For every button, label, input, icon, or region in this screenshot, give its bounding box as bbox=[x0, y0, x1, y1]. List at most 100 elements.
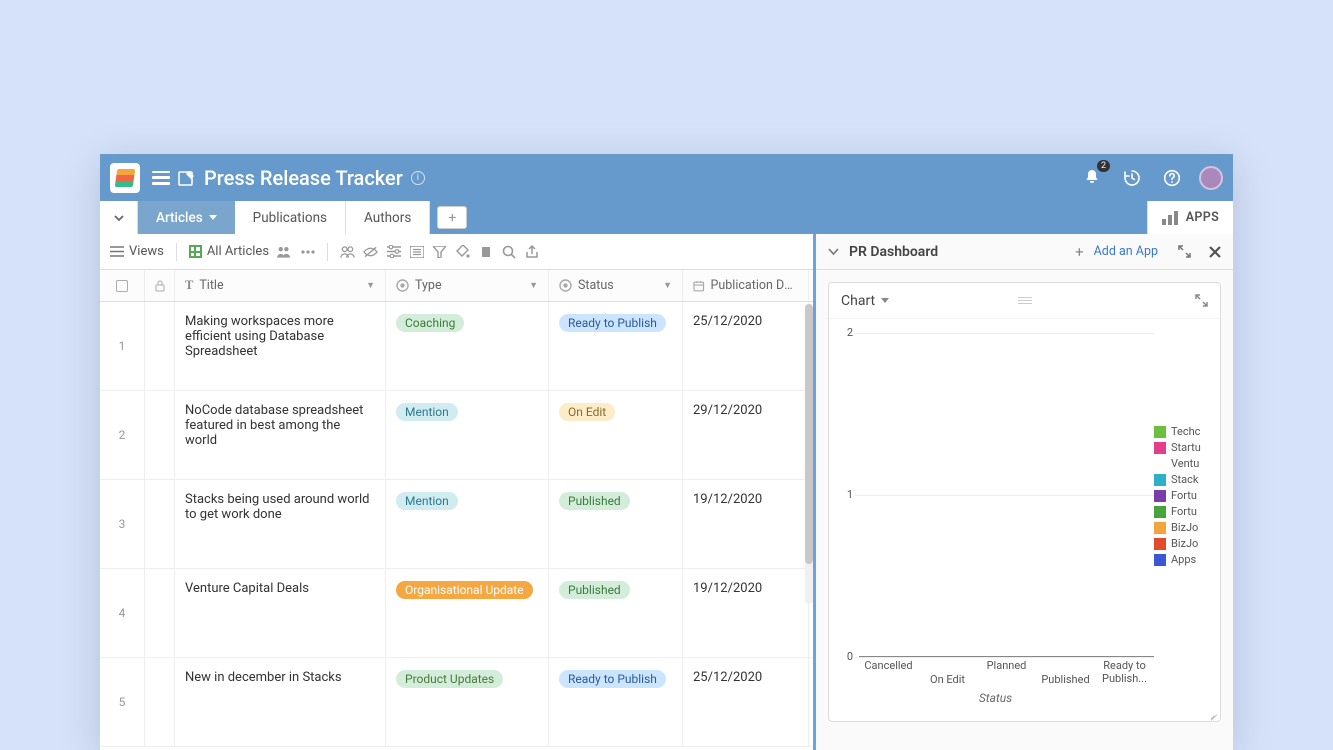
chevron-down-icon[interactable] bbox=[828, 246, 839, 257]
table-row[interactable]: 5 New in december in StacksProduct Update… bbox=[100, 658, 813, 747]
main-split: Views All Articles bbox=[100, 234, 1233, 750]
vertical-scrollbar[interactable] bbox=[805, 304, 813, 604]
legend-item: Techc bbox=[1154, 425, 1216, 438]
tab-authors[interactable]: Authors bbox=[346, 201, 430, 234]
cell-title[interactable]: Making workspaces more efficient using D… bbox=[175, 302, 386, 390]
views-button[interactable]: Views bbox=[110, 244, 164, 259]
paint-icon[interactable] bbox=[455, 244, 470, 259]
share-users-icon[interactable] bbox=[277, 244, 292, 259]
help-icon[interactable] bbox=[1159, 165, 1185, 191]
notifications-button[interactable]: 2 bbox=[1079, 165, 1105, 191]
chart-plot: 012 CancelledOn EditPlannedPublishedRead… bbox=[837, 325, 1154, 717]
table-row[interactable]: 2 NoCode database spreadsheet featured in… bbox=[100, 391, 813, 480]
edit-icon[interactable] bbox=[174, 165, 200, 191]
x-tick-label: Planned bbox=[977, 659, 1036, 685]
info-icon[interactable]: i bbox=[411, 171, 425, 185]
header-label: Publication Date bbox=[711, 278, 798, 293]
x-axis-title: Status bbox=[837, 691, 1154, 705]
tab-label: Authors bbox=[364, 210, 411, 226]
header-type[interactable]: Type ▼ bbox=[386, 270, 549, 301]
table-row[interactable]: 3 Stacks being used around world to get w… bbox=[100, 480, 813, 569]
export-icon[interactable] bbox=[524, 244, 539, 259]
left-pane: Views All Articles bbox=[100, 234, 816, 750]
row-lock bbox=[145, 658, 175, 746]
current-view-button[interactable]: All Articles bbox=[189, 244, 269, 259]
row-number: 2 bbox=[100, 391, 145, 479]
menu-button[interactable] bbox=[148, 165, 174, 191]
more-icon[interactable] bbox=[300, 244, 315, 259]
cell-type[interactable]: Product Updates bbox=[386, 658, 549, 746]
right-panel: PR Dashboard + Add an App Chart bbox=[816, 234, 1233, 750]
tab-collapse-button[interactable] bbox=[100, 201, 138, 234]
x-tick-label: Ready to Publish... bbox=[1095, 659, 1154, 685]
cell-type[interactable]: Mention bbox=[386, 391, 549, 479]
row-number: 3 bbox=[100, 480, 145, 568]
hide-icon[interactable] bbox=[363, 244, 378, 259]
notification-badge: 2 bbox=[1097, 160, 1110, 172]
tab-label: Publications bbox=[253, 210, 327, 226]
list-icon[interactable] bbox=[409, 244, 424, 259]
row-lock bbox=[145, 391, 175, 479]
row-number: 5 bbox=[100, 658, 145, 746]
header-status[interactable]: Status ▼ bbox=[549, 270, 683, 301]
cell-status[interactable]: Ready to Publish bbox=[549, 658, 683, 746]
cell-status[interactable]: Published bbox=[549, 480, 683, 568]
app-window: Press Release Tracker i 2 Articles Publi… bbox=[100, 154, 1233, 750]
chart-card: Chart 012 CancelledOn EditPlannedPublish… bbox=[828, 282, 1221, 722]
header-title[interactable]: T Title ▼ bbox=[175, 270, 386, 301]
add-app-link[interactable]: Add an App bbox=[1094, 244, 1158, 259]
search-icon[interactable] bbox=[501, 244, 516, 259]
app-logo[interactable] bbox=[110, 163, 140, 193]
table-row[interactable]: 1 Making workspaces more efficient using … bbox=[100, 302, 813, 391]
legend-item: Fortu bbox=[1154, 505, 1216, 518]
cell-date[interactable]: 29/12/2020 bbox=[683, 391, 809, 479]
panel-title: PR Dashboard bbox=[849, 244, 938, 260]
row-lock bbox=[145, 480, 175, 568]
header-label: Type bbox=[415, 278, 442, 293]
row-number: 4 bbox=[100, 569, 145, 657]
cell-type[interactable]: Organisational Update bbox=[386, 569, 549, 657]
cell-status[interactable]: Published bbox=[549, 569, 683, 657]
header-checkbox[interactable] bbox=[100, 270, 145, 301]
cell-title[interactable]: NoCode database spreadsheet featured in … bbox=[175, 391, 386, 479]
expand-chart-icon[interactable] bbox=[1195, 294, 1208, 307]
history-icon[interactable] bbox=[1119, 165, 1145, 191]
legend-item: BizJo bbox=[1154, 521, 1216, 534]
row-number: 1 bbox=[100, 302, 145, 390]
header-label: Title bbox=[199, 278, 223, 293]
avatar[interactable] bbox=[1199, 166, 1223, 190]
tab-row: Articles Publications Authors + APPS bbox=[100, 201, 1233, 234]
cell-date[interactable]: 19/12/2020 bbox=[683, 569, 809, 657]
cell-type[interactable]: Mention bbox=[386, 480, 549, 568]
cell-date[interactable]: 25/12/2020 bbox=[683, 302, 809, 390]
chart-title[interactable]: Chart bbox=[841, 293, 875, 309]
filter-icon[interactable] bbox=[432, 244, 447, 259]
cell-title[interactable]: Venture Capital Deals bbox=[175, 569, 386, 657]
cell-date[interactable]: 25/12/2020 bbox=[683, 658, 809, 746]
drag-handle-icon[interactable] bbox=[1018, 297, 1032, 305]
header-lock bbox=[145, 270, 175, 301]
apps-button[interactable]: APPS bbox=[1186, 210, 1219, 225]
legend-item: Ventu bbox=[1154, 457, 1216, 470]
cell-date[interactable]: 19/12/2020 bbox=[683, 480, 809, 568]
legend-item: Startu bbox=[1154, 441, 1216, 454]
header-date[interactable]: Publication Date bbox=[683, 270, 809, 301]
table-row[interactable]: 4 Venture Capital DealsOrganisational Upd… bbox=[100, 569, 813, 658]
row-height-icon[interactable] bbox=[478, 244, 493, 259]
tab-articles[interactable]: Articles bbox=[138, 201, 235, 234]
tab-publications[interactable]: Publications bbox=[235, 201, 346, 234]
legend-item: Apps bbox=[1154, 553, 1216, 566]
row-lock bbox=[145, 302, 175, 390]
cell-title[interactable]: Stacks being used around world to get wo… bbox=[175, 480, 386, 568]
table: T Title ▼ Type ▼ Status ▼ bbox=[100, 270, 813, 750]
cell-type[interactable]: Coaching bbox=[386, 302, 549, 390]
expand-icon[interactable] bbox=[1178, 245, 1191, 258]
add-tab-button[interactable]: + bbox=[437, 206, 467, 229]
collab-icon[interactable] bbox=[340, 244, 355, 259]
settings-slider-icon[interactable] bbox=[386, 244, 401, 259]
cell-title[interactable]: New in december in Stacks bbox=[175, 658, 386, 746]
cell-status[interactable]: On Edit bbox=[549, 391, 683, 479]
close-icon[interactable] bbox=[1209, 246, 1221, 258]
resize-handle-icon[interactable] bbox=[1208, 709, 1218, 719]
cell-status[interactable]: Ready to Publish bbox=[549, 302, 683, 390]
